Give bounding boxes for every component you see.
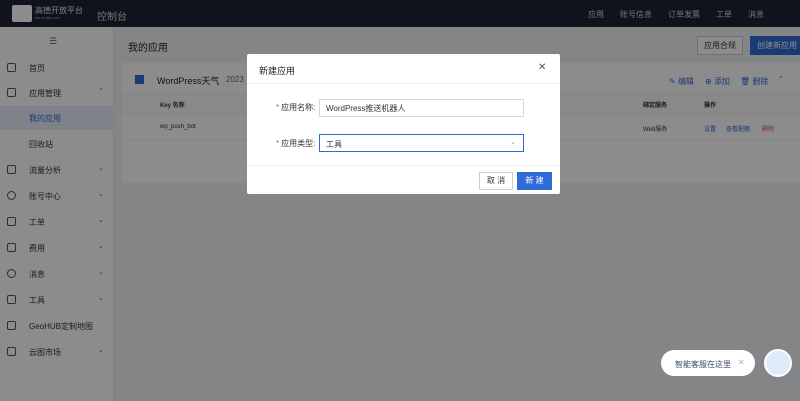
dialog-footer: 取 消 新 建 [247,165,560,194]
customer-service-avatar-icon[interactable] [764,349,792,377]
chat-prompt-text: 智能客服在这里 [675,360,731,369]
close-icon[interactable]: ✕ [538,62,546,73]
new-app-dialog: 新建应用 ✕ *应用名称: *应用类型: 工具 ⌄ 取 消 新 建 [247,54,560,194]
app-type-label: * 应用类型: [276,139,316,148]
create-button[interactable]: 新 建 [517,172,552,190]
dialog-title: 新建应用 [259,66,296,76]
app-name-label: * 应用名称: [276,103,316,112]
chevron-down-icon: ⌄ [510,139,516,146]
dialog-header: 新建应用 ✕ [247,54,560,84]
app-name-input[interactable] [319,99,524,117]
chat-prompt[interactable]: 智能客服在这里 ✕ [661,350,755,376]
app-type-value: 工具 [326,140,342,149]
cancel-button[interactable]: 取 消 [479,172,513,190]
close-icon[interactable]: ✕ [738,358,745,367]
app-type-select[interactable]: 工具 ⌄ [319,134,524,152]
app-type-label-text: 应用类型: [281,139,316,148]
app-name-label-text: 应用名称: [281,103,316,112]
